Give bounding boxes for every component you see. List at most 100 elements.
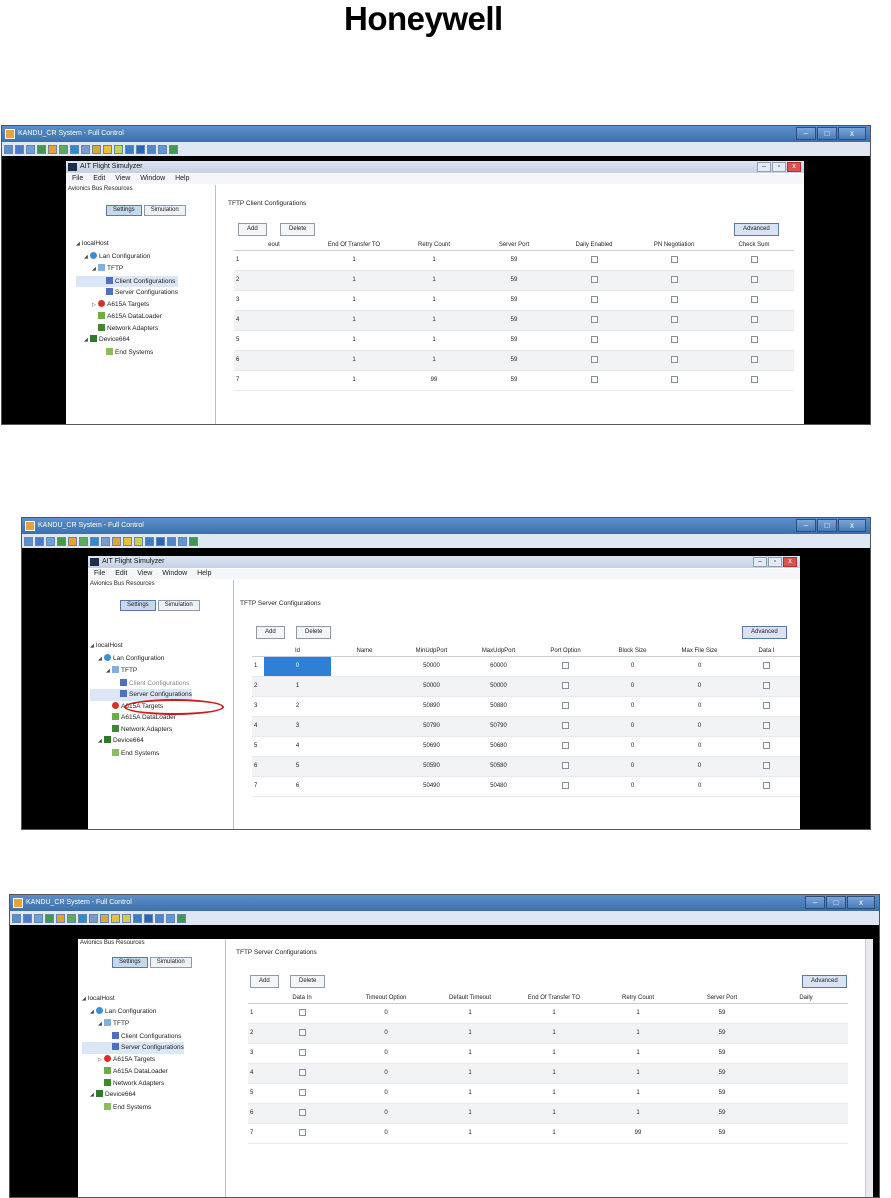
table-row[interactable]: 3 1 1 59 (234, 290, 794, 311)
checkbox[interactable] (590, 375, 598, 383)
toolbar-icon[interactable] (147, 144, 156, 154)
checkbox[interactable] (750, 335, 758, 343)
table-cell[interactable]: 1 (428, 1083, 512, 1104)
toolbar-icon[interactable] (100, 913, 109, 923)
maximize-button[interactable]: □ (817, 519, 837, 532)
checkbox[interactable] (562, 701, 569, 709)
checkbox[interactable] (670, 275, 678, 283)
menu-file[interactable]: File (94, 570, 105, 577)
toolbar-icon[interactable] (90, 536, 99, 546)
table-cell[interactable]: 60000 (465, 656, 532, 677)
table-cell[interactable] (764, 1103, 848, 1124)
tree-node-tftp[interactable]: ◢ TFTP (76, 263, 178, 276)
table-cell[interactable]: 3 (248, 1043, 260, 1064)
table-cell[interactable]: 59 (680, 1023, 764, 1044)
advanced-button[interactable]: Advanced (742, 626, 787, 639)
checkbox[interactable] (763, 681, 770, 689)
table-cell[interactable]: 3 (234, 290, 314, 311)
checkbox[interactable] (670, 255, 678, 263)
menu-window[interactable]: Window (162, 570, 187, 577)
table-row[interactable]: 7 0 1 1 99 59 (248, 1123, 848, 1144)
table-cell[interactable]: 50790 (465, 716, 532, 737)
column-header[interactable]: eout (234, 240, 314, 251)
table-cell[interactable]: 0 (599, 756, 666, 777)
checkbox[interactable] (763, 701, 770, 709)
table-cell[interactable]: 6 (264, 776, 331, 797)
settings-tab[interactable]: Settings (112, 957, 148, 968)
minimize-button[interactable]: – (796, 519, 816, 532)
column-header[interactable]: Timeout Option (344, 993, 428, 1004)
toolbar-icon[interactable] (78, 913, 87, 923)
tree-node-device[interactable]: ◢ Device664 (76, 334, 178, 347)
close-button[interactable]: x (838, 519, 866, 532)
column-header[interactable]: End Of Transfer TO (512, 993, 596, 1004)
checkbox[interactable] (670, 355, 678, 363)
delete-button[interactable]: Delete (290, 975, 326, 988)
toolbar-icon[interactable] (37, 144, 46, 154)
table-cell[interactable]: 0 (666, 776, 733, 797)
toolbar-icon[interactable] (81, 144, 90, 154)
menu-view[interactable]: View (115, 175, 130, 182)
toolbar-icon[interactable] (15, 144, 24, 154)
table-cell[interactable]: 50590 (398, 756, 465, 777)
table-cell[interactable]: 5 (264, 756, 331, 777)
table-cell[interactable]: 59 (680, 1043, 764, 1064)
column-header[interactable]: Max File Size (666, 646, 733, 657)
toolbar-icon[interactable] (189, 536, 198, 546)
checkbox[interactable] (750, 355, 758, 363)
table-cell[interactable] (764, 1023, 848, 1044)
table-cell[interactable]: 50490 (398, 776, 465, 797)
table-cell[interactable]: 0 (666, 736, 733, 757)
checkbox[interactable] (763, 761, 770, 769)
table-cell[interactable]: 6 (252, 756, 264, 777)
table-cell[interactable]: 0 (344, 1123, 428, 1144)
column-header[interactable]: Data In (260, 993, 344, 1004)
table-cell[interactable]: 99 (596, 1123, 680, 1144)
menu-edit[interactable]: Edit (93, 175, 105, 182)
checkbox[interactable] (763, 741, 770, 749)
table-cell[interactable]: 5 (234, 330, 314, 351)
table-cell[interactable]: 59 (474, 290, 554, 311)
table-cell[interactable]: 0 (666, 696, 733, 717)
toolbar-icon[interactable] (68, 536, 77, 546)
table-cell[interactable]: 50880 (465, 696, 532, 717)
inner-close-button[interactable]: x (783, 557, 797, 567)
tree-node-server-configurations[interactable]: Server Configurations (76, 287, 178, 299)
table-cell[interactable]: 50000 (465, 676, 532, 697)
vertical-scrollbar[interactable] (865, 939, 873, 1197)
table-cell[interactable] (764, 1043, 848, 1064)
tree-node-client-configurations[interactable]: Client Configurations (82, 1031, 184, 1043)
table-cell[interactable]: 2 (264, 696, 331, 717)
checkbox[interactable] (590, 315, 598, 323)
tree-node-dataloader[interactable]: A615A DataLoader (76, 311, 178, 323)
table-cell[interactable]: 59 (474, 270, 554, 291)
table-cell[interactable]: 1 (596, 1103, 680, 1124)
checkbox[interactable] (590, 355, 598, 363)
table-row[interactable]: 5 4 50690 50680 0 0 (252, 736, 800, 757)
checkbox[interactable] (590, 295, 598, 303)
table-cell[interactable]: 1 (314, 250, 394, 271)
menu-edit[interactable]: Edit (115, 570, 127, 577)
table-cell[interactable]: 2 (234, 270, 314, 291)
toolbar-icon[interactable] (134, 536, 143, 546)
column-header[interactable]: Retry Count (394, 240, 474, 251)
column-header[interactable]: Data I (733, 646, 800, 657)
checkbox[interactable] (763, 661, 770, 669)
table-cell[interactable]: 4 (248, 1063, 260, 1084)
table-cell[interactable] (331, 756, 398, 777)
table-cell[interactable]: 0 (666, 756, 733, 777)
table-cell[interactable]: 1 (428, 1123, 512, 1144)
delete-button[interactable]: Delete (280, 223, 316, 236)
table-cell[interactable]: 50690 (398, 736, 465, 757)
table-cell[interactable]: 1 (428, 1023, 512, 1044)
toolbar-icon[interactable] (103, 144, 112, 154)
table-row[interactable]: 4 1 1 59 (234, 310, 794, 331)
column-header[interactable]: Id (264, 646, 331, 657)
table-cell[interactable]: 7 (234, 370, 314, 391)
table-cell[interactable]: 50000 (398, 676, 465, 697)
toolbar-icon[interactable] (12, 913, 21, 923)
tree-node-server-configurations[interactable]: Server Configurations (82, 1042, 184, 1054)
advanced-button[interactable]: Advanced (734, 223, 779, 236)
checkbox[interactable] (562, 661, 569, 669)
table-row[interactable]: 1 0 50000 60000 0 0 (252, 656, 800, 677)
